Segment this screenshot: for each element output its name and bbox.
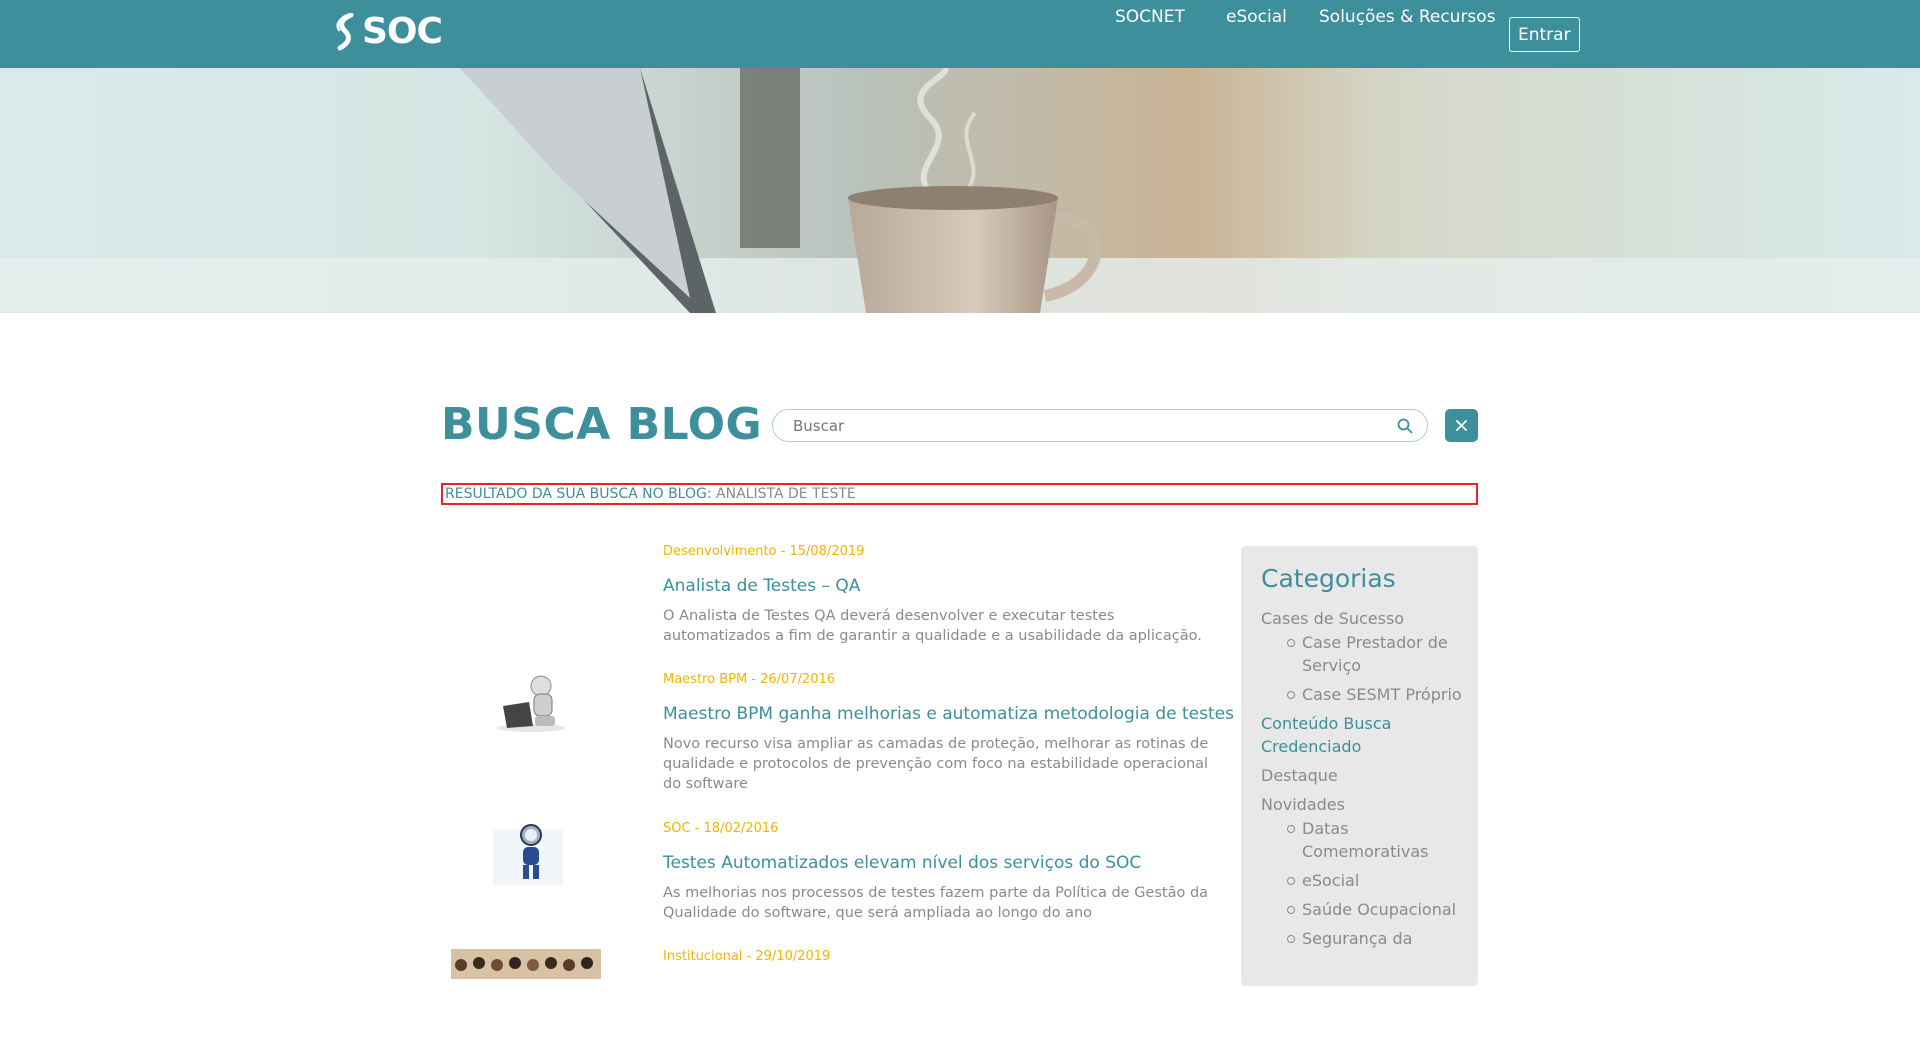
- search-result-heading: Resultado da sua busca no blog: Analista…: [441, 483, 1478, 505]
- search-input[interactable]: [791, 414, 1375, 438]
- categories-sidebar: Categorias Cases de Sucesso Case Prestad…: [1241, 546, 1478, 986]
- category-list: Cases de Sucesso Case Prestador de Servi…: [1261, 607, 1466, 956]
- subcategory-saude-ocupacional[interactable]: Saúde Ocupacional: [1287, 898, 1466, 921]
- nav-solucoes-recursos[interactable]: Soluções & Recursos: [1319, 0, 1496, 35]
- post-excerpt: As melhorias nos processos de testes faz…: [663, 885, 1209, 921]
- sidebar-title: Categorias: [1261, 564, 1396, 593]
- top-navbar: SOC SOCNET eSocial Soluções & Recursos E…: [0, 0, 1920, 68]
- logo-text: SOC: [362, 11, 443, 52]
- subcategory-seguranca[interactable]: Segurança da: [1287, 927, 1466, 950]
- search-icon[interactable]: [1397, 418, 1413, 434]
- result-term: Analista de Teste: [716, 486, 856, 502]
- list-item: SOC - 18/02/2016 Testes Automatizados el…: [441, 821, 1211, 931]
- post-thumbnail[interactable]: [441, 672, 631, 772]
- robot-magnifier-icon: [493, 824, 563, 885]
- subcategory-datas-comemorativas[interactable]: Datas Comemorativas: [1287, 817, 1466, 863]
- soc-logo[interactable]: SOC: [334, 11, 443, 52]
- post-title[interactable]: Maestro BPM ganha melhorias e automatiza…: [663, 704, 1234, 724]
- search-box: [772, 409, 1428, 442]
- post-excerpt: O Analista de Testes QA deverá desenvolv…: [663, 608, 1202, 644]
- subcategory-esocial[interactable]: eSocial: [1287, 869, 1466, 892]
- robot-laptop-icon: [497, 675, 565, 732]
- hero-banner: [0, 68, 1920, 313]
- post-thumbnail[interactable]: [441, 544, 631, 644]
- post-thumbnail[interactable]: [441, 949, 631, 1049]
- page-title: BUSCA BLOG: [441, 399, 763, 450]
- clear-search-button[interactable]: [1445, 409, 1478, 442]
- hero-image: [0, 68, 1920, 313]
- group-photo-icon: [451, 949, 601, 979]
- category-novidades[interactable]: Novidades Datas Comemorativas eSocial Sa…: [1261, 793, 1466, 950]
- post-meta[interactable]: Institucional - 29/10/2019: [663, 949, 830, 964]
- category-cases-de-sucesso[interactable]: Cases de Sucesso Case Prestador de Servi…: [1261, 607, 1466, 706]
- result-label: Resultado da sua busca no blog:: [445, 486, 712, 502]
- category-destaque[interactable]: Destaque: [1261, 764, 1466, 787]
- post-meta[interactable]: SOC - 18/02/2016: [663, 821, 778, 836]
- close-icon: [1456, 420, 1467, 431]
- category-conteudo-busca-credenciado[interactable]: Conteúdo Busca Credenciado: [1261, 712, 1466, 758]
- login-button[interactable]: Entrar: [1509, 17, 1580, 52]
- soc-logo-icon: [336, 13, 354, 51]
- list-item: Institucional - 29/10/2019: [441, 949, 1211, 1009]
- post-meta[interactable]: Desenvolvimento - 15/08/2019: [663, 544, 864, 559]
- subcategory-case-sesmt[interactable]: Case SESMT Próprio: [1287, 683, 1466, 706]
- category-label[interactable]: Cases de Sucesso: [1261, 609, 1404, 628]
- list-item: Maestro BPM - 26/07/2016 Maestro BPM gan…: [441, 672, 1234, 792]
- post-meta[interactable]: Maestro BPM - 26/07/2016: [663, 672, 835, 687]
- nav-socnet[interactable]: SOCNET: [1115, 0, 1185, 35]
- post-title[interactable]: Analista de Testes – QA: [663, 576, 860, 596]
- post-thumbnail[interactable]: [441, 821, 631, 921]
- nav-esocial[interactable]: eSocial: [1226, 0, 1287, 35]
- subcategory-list: Case Prestador de Serviço Case SESMT Pró…: [1261, 631, 1466, 706]
- subcategory-list: Datas Comemorativas eSocial Saúde Ocupac…: [1261, 817, 1466, 950]
- subcategory-case-prestador[interactable]: Case Prestador de Serviço: [1287, 631, 1466, 677]
- post-title[interactable]: Testes Automatizados elevam nível dos se…: [663, 853, 1141, 873]
- category-label[interactable]: Novidades: [1261, 795, 1345, 814]
- post-excerpt: Novo recurso visa ampliar as camadas de …: [663, 736, 1209, 792]
- list-item: Desenvolvimento - 15/08/2019 Analista de…: [441, 544, 1211, 644]
